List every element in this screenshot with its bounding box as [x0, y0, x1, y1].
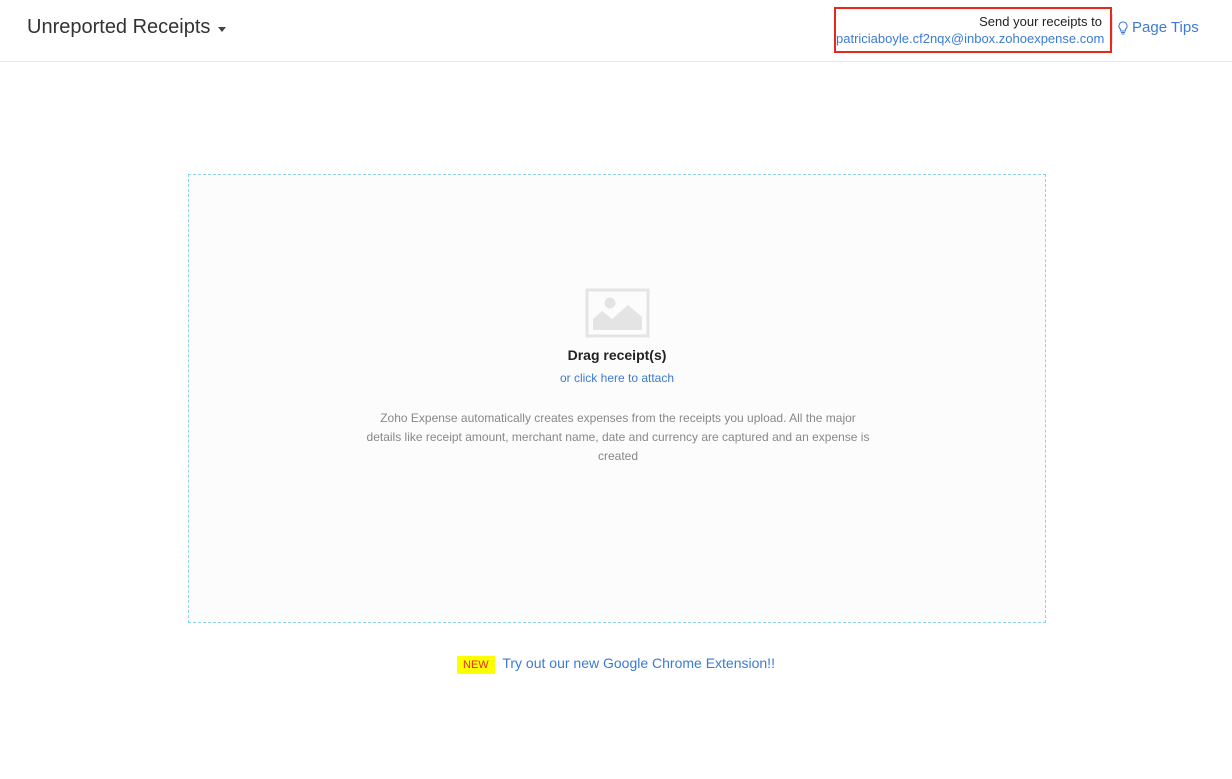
chrome-extension-link[interactable]: Try out our new Google Chrome Extension!…	[502, 655, 775, 671]
page-title: Unreported Receipts	[27, 16, 211, 38]
send-receipts-label: Send your receipts to	[979, 14, 1102, 29]
dropzone-description: Zoho Expense automatically creates expen…	[366, 411, 870, 463]
inbox-email-link[interactable]: patriciaboyle.cf2nqx@inbox.zohoexpense.c…	[836, 30, 1104, 47]
receipt-dropzone[interactable]: Drag receipt(s) or click here to attach …	[188, 174, 1046, 623]
new-badge: NEW	[457, 656, 495, 674]
page-tips-label: Page Tips	[1132, 19, 1199, 36]
receipt-inbox-box: Send your receipts to patriciaboyle.cf2n…	[834, 7, 1112, 53]
divider	[1112, 14, 1113, 44]
drag-receipts-title: Drag receipt(s)	[567, 347, 667, 363]
view-selector-dropdown[interactable]: Unreported Receipts	[27, 16, 227, 39]
page-tips-button[interactable]: Page Tips	[1118, 19, 1199, 36]
attach-link[interactable]: or click here to attach	[189, 371, 1045, 385]
page-header: Unreported Receipts Send your receipts t…	[0, 0, 1232, 62]
chrome-extension-promo: NEW Try out our new Google Chrome Extens…	[0, 655, 1232, 674]
lightbulb-icon	[1118, 20, 1128, 34]
image-placeholder-icon	[585, 288, 650, 338]
caret-down-icon	[218, 26, 227, 32]
